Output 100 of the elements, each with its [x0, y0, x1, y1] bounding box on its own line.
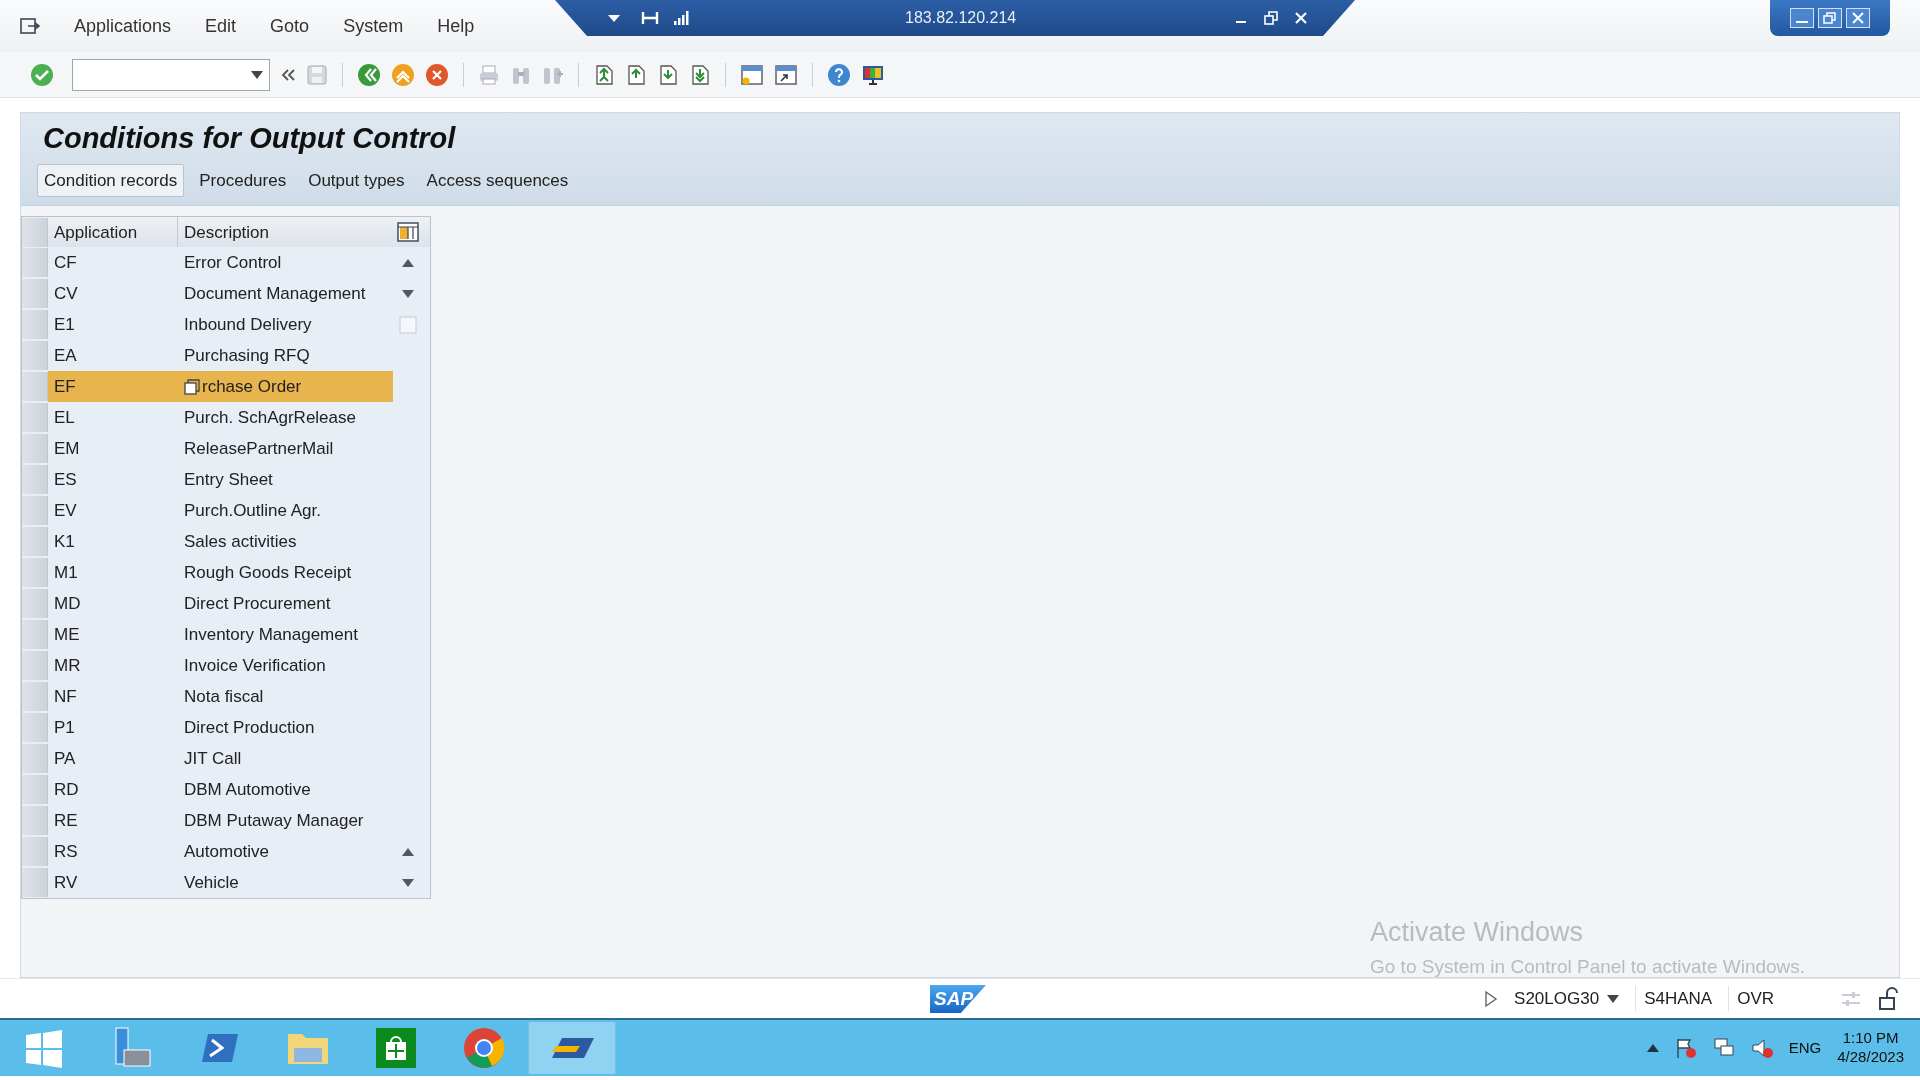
table-cell[interactable]: RS	[48, 836, 178, 868]
cancel-icon[interactable]	[425, 62, 449, 87]
table-cell[interactable]: Sales activities	[184, 529, 297, 555]
system-name: S20LOG30	[1514, 987, 1600, 1010]
table-cell[interactable]: EA	[48, 340, 178, 372]
menu-item[interactable]: Edit	[205, 12, 237, 40]
close-icon[interactable]	[1846, 8, 1870, 28]
table-cell[interactable]: P1	[48, 712, 178, 744]
scroll-down-icon[interactable]	[402, 289, 414, 298]
table-cell[interactable]: PA	[48, 743, 178, 775]
chevrons-icon[interactable]	[280, 67, 296, 82]
page-arrow-icon[interactable]	[657, 63, 679, 86]
table-cell[interactable]: Purch. SchAgrRelease	[184, 405, 356, 431]
restore-icon[interactable]	[1818, 8, 1842, 28]
table-cell[interactable]: Inbound Delivery	[184, 312, 312, 338]
table-cell[interactable]: Direct Production	[184, 715, 315, 741]
table-cell[interactable]: RD	[48, 774, 178, 806]
lock-icon[interactable]	[1878, 986, 1900, 1011]
back-icon[interactable]	[357, 62, 381, 87]
table-cell[interactable]: CF	[48, 247, 178, 279]
table-cell[interactable]: EL	[48, 402, 178, 434]
pin-icon[interactable]	[641, 10, 659, 26]
menu-item[interactable]: Applications	[74, 12, 172, 40]
activation-title: Activate Windows	[1370, 916, 1585, 949]
menu-item[interactable]: Help	[437, 12, 475, 40]
flag-icon[interactable]	[1674, 1037, 1697, 1059]
minimize-icon[interactable]	[1790, 8, 1814, 28]
restore-icon[interactable]	[1264, 11, 1279, 25]
table-cell[interactable]: Entry Sheet	[184, 467, 273, 493]
table-cell[interactable]: Rough Goods Receipt	[184, 560, 352, 586]
tab[interactable]: Procedures	[192, 163, 294, 198]
language-indicator[interactable]: ENG	[1788, 1036, 1822, 1060]
shortcut-icon[interactable]	[774, 63, 798, 86]
table-cell[interactable]: EV	[48, 495, 178, 527]
table-cell[interactable]: DBM Putaway Manager	[184, 808, 364, 834]
table-cell[interactable]: Purchasing RFQ	[184, 343, 310, 369]
table-cell[interactable]: Nota fiscal	[184, 684, 264, 710]
copy-icon[interactable]	[184, 378, 200, 395]
table-cell[interactable]: Error Control	[184, 250, 282, 276]
table-cell[interactable]: Direct Procurement	[184, 591, 331, 617]
checkmark-icon[interactable]	[30, 62, 54, 87]
dropdown-icon[interactable]	[607, 13, 621, 23]
table-cell[interactable]: Document Management	[184, 281, 366, 307]
browser-icon[interactable]	[462, 1026, 506, 1070]
scrollbar-thumb-icon[interactable]	[399, 315, 417, 334]
table-cell[interactable]: DBM Automotive	[184, 777, 311, 803]
print-icon[interactable]	[478, 63, 500, 86]
chevron-up-icon[interactable]	[1646, 1044, 1659, 1052]
tab[interactable]: Output types	[301, 163, 412, 198]
scroll-down-icon[interactable]	[402, 878, 414, 887]
table-cell[interactable]: ReleasePartnerMail	[184, 436, 334, 462]
play-icon[interactable]	[1484, 989, 1499, 1008]
page-arrow-icon[interactable]	[625, 63, 647, 86]
table-cell[interactable]: Invoice Verification	[184, 653, 326, 679]
page-arrow-icon[interactable]	[593, 63, 615, 86]
page-arrow-icon[interactable]	[689, 63, 711, 86]
tab[interactable]: Condition records	[37, 163, 185, 198]
network-icon[interactable]	[1712, 1037, 1735, 1059]
store-icon[interactable]	[374, 1026, 418, 1070]
table-cell[interactable]: Inventory Management	[184, 622, 358, 648]
table-cell[interactable]: MR	[48, 650, 178, 682]
command-field[interactable]	[72, 58, 270, 91]
table-cell[interactable]: EM	[48, 433, 178, 465]
table-cell[interactable]: ES	[48, 464, 178, 496]
client-name: S4HANA	[1635, 985, 1713, 1012]
menu-item[interactable]: Goto	[270, 12, 310, 40]
table-cell[interactable]: NF	[48, 681, 178, 713]
menu-icon[interactable]	[20, 17, 40, 35]
column-header[interactable]: Description	[178, 217, 393, 248]
new-window-icon[interactable]	[740, 63, 764, 86]
table-cell[interactable]: RV	[48, 867, 178, 899]
tab[interactable]: Access sequences	[419, 163, 576, 198]
table-cell[interactable]: RE	[48, 805, 178, 837]
table-cell[interactable]: EF	[48, 371, 178, 403]
table-cell[interactable]: Automotive	[184, 839, 270, 865]
remote-host-title: 183.82.120.214	[905, 8, 1017, 28]
table-cell[interactable]: CV	[48, 278, 178, 310]
menu-item[interactable]: System	[343, 12, 404, 40]
activation-text: Go to System in Control Panel to activate Windows.	[1370, 954, 1806, 979]
scroll-up-icon[interactable]	[402, 847, 414, 856]
caret-icon[interactable]	[1607, 994, 1620, 1003]
clock-time[interactable]: 1:10 PM	[1837, 1029, 1904, 1048]
page-title: Conditions for Output Control	[42, 121, 457, 156]
layout-icon[interactable]	[397, 222, 419, 243]
table-cell[interactable]: E1	[48, 309, 178, 341]
table-cell[interactable]: Purch.Outline Agr.	[184, 498, 322, 524]
settings-slider-icon[interactable]	[1840, 989, 1862, 1008]
input-mode: OVR	[1728, 985, 1774, 1012]
scroll-up-icon[interactable]	[402, 258, 414, 267]
clock-date[interactable]: 4/28/2023	[1837, 1048, 1904, 1067]
exit-icon[interactable]	[391, 62, 415, 87]
speaker-icon[interactable]	[1750, 1037, 1773, 1059]
table-cell[interactable]: K1	[48, 526, 178, 558]
table-cell[interactable]: Vehicle	[184, 870, 239, 896]
column-header[interactable]: Application	[48, 217, 178, 248]
help-icon[interactable]	[827, 62, 851, 87]
table-cell[interactable]: JIT Call	[184, 746, 242, 772]
table-cell[interactable]: M1	[48, 557, 178, 589]
table-cell[interactable]: ME	[48, 619, 178, 651]
table-cell[interactable]: MD	[48, 588, 178, 620]
